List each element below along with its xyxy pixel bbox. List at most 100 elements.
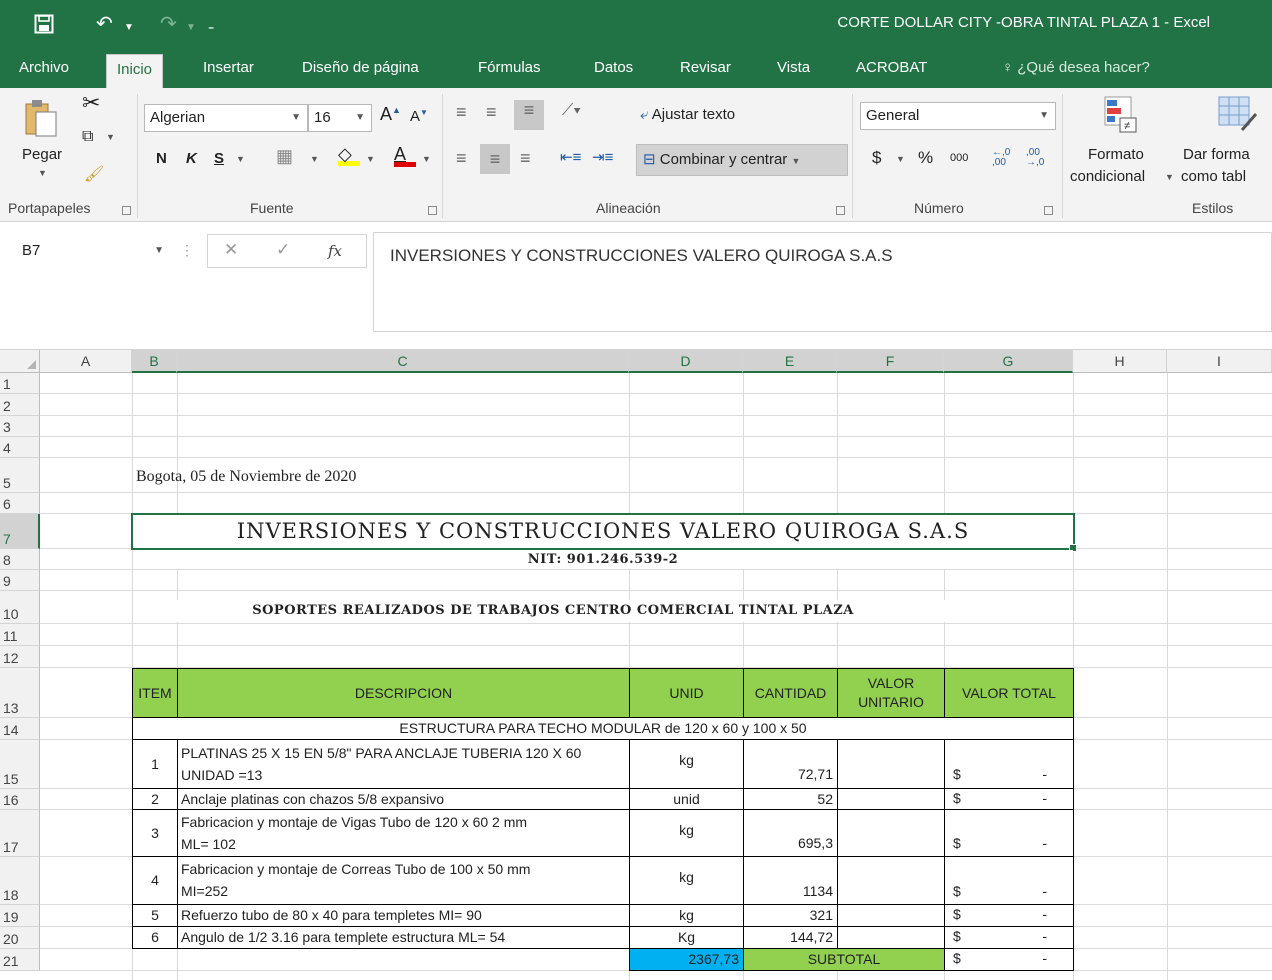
copy-icon[interactable]: ⧉: [82, 128, 93, 146]
item-description[interactable]: Refuerzo tubo de 80 x 40 para templetes …: [177, 904, 630, 927]
header-unit-value[interactable]: VALOR UNITARIO: [837, 668, 945, 718]
row-header-17[interactable]: 17: [0, 810, 40, 857]
subtotal-value-cell[interactable]: $ -: [944, 948, 1074, 971]
tab-datos[interactable]: Datos: [584, 50, 643, 88]
align-middle-icon[interactable]: ≡: [486, 102, 497, 123]
item-unit[interactable]: unid: [629, 788, 744, 810]
item-number[interactable]: 1: [132, 739, 178, 789]
header-total-value[interactable]: VALOR TOTAL: [944, 668, 1074, 718]
row-header-16[interactable]: 16: [0, 789, 40, 810]
row-header-20[interactable]: 20: [0, 927, 40, 949]
font-color-dropdown-icon[interactable]: ▼: [422, 154, 431, 164]
undo-icon[interactable]: ↶: [96, 10, 113, 38]
paste-icon[interactable]: [24, 98, 58, 141]
bold-button[interactable]: N: [156, 150, 167, 167]
item-unit-value[interactable]: [837, 904, 945, 927]
subject-line[interactable]: SOPORTES REALIZADOS DE TRABAJOS CENTRO C…: [133, 600, 973, 622]
cut-icon[interactable]: ✂: [82, 90, 100, 116]
item-unit-value[interactable]: [837, 926, 945, 949]
item-description[interactable]: Anclaje platinas con chazos 5/8 expansiv…: [177, 788, 630, 810]
fill-color-dropdown-icon[interactable]: ▼: [366, 154, 375, 164]
column-header-c[interactable]: C: [177, 350, 629, 373]
conditional-format-dropdown-icon[interactable]: ▼: [1165, 172, 1174, 182]
item-unit[interactable]: kg: [629, 809, 744, 857]
font-size-select[interactable]: 16 ▼: [308, 104, 372, 132]
item-quantity[interactable]: 1134: [743, 856, 838, 905]
conditional-format-icon[interactable]: ≠: [1104, 96, 1138, 137]
column-header-b[interactable]: B: [132, 350, 177, 373]
paste-button[interactable]: Pegar: [22, 146, 62, 163]
item-total[interactable]: $ -: [944, 739, 1074, 789]
item-unit[interactable]: kg: [629, 739, 744, 789]
percent-button[interactable]: %: [918, 148, 933, 168]
format-as-table-button-line2[interactable]: como tabl: [1181, 168, 1246, 185]
orientation-icon[interactable]: ⟋▾: [562, 102, 581, 120]
row-header-8[interactable]: 8: [0, 549, 40, 570]
number-launcher-icon[interactable]: [1044, 206, 1053, 215]
align-bottom-icon[interactable]: ≡: [514, 100, 544, 130]
formula-input[interactable]: INVERSIONES Y CONSTRUCCIONES VALERO QUIR…: [373, 232, 1272, 332]
format-as-table-icon[interactable]: [1218, 96, 1258, 137]
format-painter-icon[interactable]: 🖌: [84, 164, 104, 184]
item-number[interactable]: 6: [132, 926, 178, 949]
conditional-format-button-line2[interactable]: condicional: [1070, 168, 1145, 185]
column-header-i[interactable]: I: [1167, 350, 1272, 373]
tab-inicio[interactable]: Inicio: [106, 54, 164, 88]
column-header-g[interactable]: G: [944, 350, 1073, 373]
item-unit-value[interactable]: [837, 788, 945, 810]
item-number[interactable]: 5: [132, 904, 178, 927]
font-color-icon[interactable]: A: [394, 144, 416, 167]
merge-center-button[interactable]: ⊟ Combinar y centrar ▼: [636, 144, 848, 176]
tab-acrobat[interactable]: ACROBAT: [846, 50, 937, 88]
item-unit[interactable]: kg: [629, 904, 744, 927]
fill-color-icon[interactable]: ◇: [338, 144, 360, 166]
wrap-text-button[interactable]: ⤶ Ajustar texto: [640, 106, 735, 123]
row-header-11[interactable]: 11: [0, 624, 40, 646]
item-unit-value[interactable]: [837, 856, 945, 905]
tab-formulas[interactable]: Fórmulas: [468, 50, 551, 88]
item-unit[interactable]: kg: [629, 856, 744, 905]
increase-indent-icon[interactable]: ⇥≡: [592, 148, 613, 166]
item-description[interactable]: Angulo de 1/2 3.16 para templete estruct…: [177, 926, 630, 949]
column-header-a[interactable]: A: [40, 350, 132, 373]
item-number[interactable]: 4: [132, 856, 178, 905]
row-header-13[interactable]: 13: [0, 668, 40, 718]
align-top-icon[interactable]: ≡: [456, 102, 467, 123]
tab-archivo[interactable]: Archivo: [9, 50, 79, 88]
item-quantity[interactable]: 321: [743, 904, 838, 927]
borders-icon[interactable]: ▦: [276, 146, 293, 167]
font-name-select[interactable]: Algerian ▼: [144, 104, 308, 132]
enter-icon[interactable]: ✓: [276, 240, 290, 260]
insert-function-icon[interactable]: fx: [328, 242, 342, 260]
underline-button[interactable]: S: [214, 150, 224, 167]
conditional-format-button[interactable]: Formato: [1088, 146, 1144, 163]
align-left-icon[interactable]: ≡: [456, 148, 467, 169]
save-icon[interactable]: [34, 10, 54, 42]
row-header-15[interactable]: 15: [0, 740, 40, 789]
item-quantity[interactable]: 144,72: [743, 926, 838, 949]
item-number[interactable]: 3: [132, 809, 178, 857]
row-header-7[interactable]: 7: [0, 514, 40, 549]
item-quantity[interactable]: 72,71: [743, 739, 838, 789]
tab-diseno-pagina[interactable]: Diseño de página: [292, 50, 429, 88]
paste-dropdown-icon[interactable]: ▼: [38, 168, 47, 178]
redo-icon[interactable]: ↷: [160, 10, 177, 38]
row-header-21[interactable]: 21: [0, 949, 40, 971]
italic-button[interactable]: K: [186, 150, 197, 167]
header-unit[interactable]: UNID: [629, 668, 744, 718]
section-title[interactable]: ESTRUCTURA PARA TECHO MODULAR de 120 x 6…: [132, 717, 1074, 740]
row-header-2[interactable]: 2: [0, 394, 40, 416]
item-total[interactable]: $ -: [944, 856, 1074, 905]
currency-dropdown-icon[interactable]: ▼: [896, 154, 905, 164]
row-header-3[interactable]: 3: [0, 416, 40, 437]
select-all-corner[interactable]: [0, 350, 40, 373]
font-launcher-icon[interactable]: [428, 206, 437, 215]
header-item[interactable]: ITEM: [132, 668, 178, 718]
row-header-18[interactable]: 18: [0, 857, 40, 905]
subtotal-label[interactable]: SUBTOTAL: [743, 948, 945, 971]
column-header-e[interactable]: E: [743, 350, 837, 373]
tab-insertar[interactable]: Insertar: [193, 50, 264, 88]
align-right-icon[interactable]: ≡: [520, 148, 531, 169]
cancel-icon[interactable]: ✕: [224, 240, 238, 260]
nit-line[interactable]: NIT: 901.246.539-2: [133, 550, 1073, 569]
